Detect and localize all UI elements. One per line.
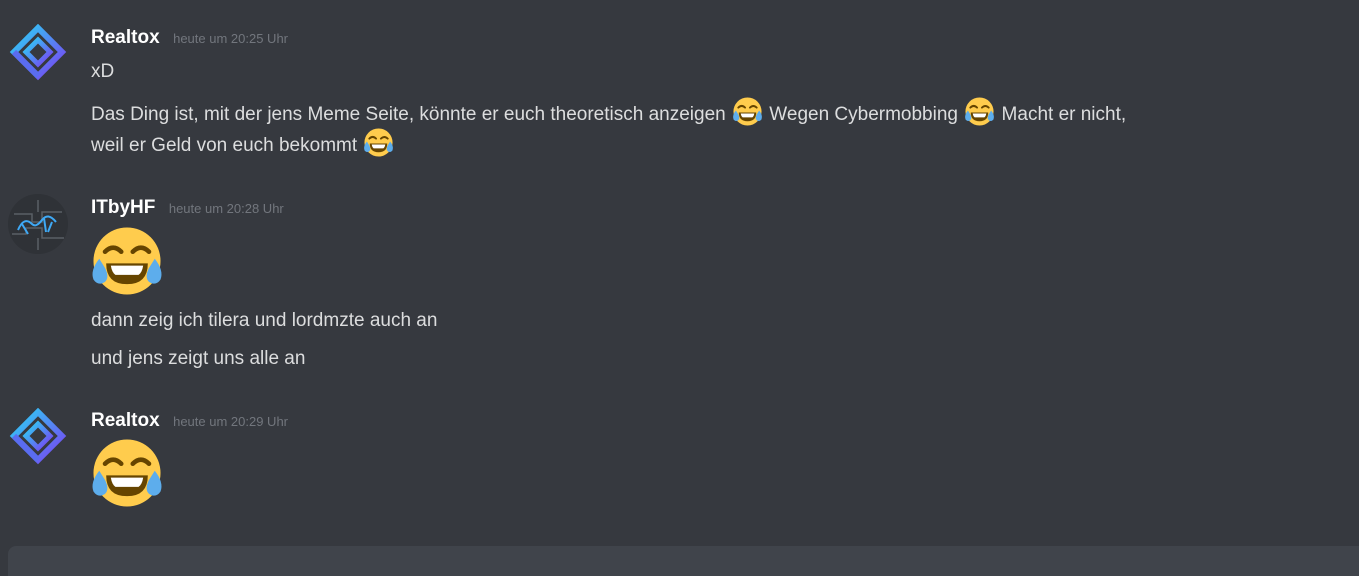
message-line: und jens zeigt uns alle an: [91, 348, 306, 369]
itbyhf-avatar[interactable]: [8, 194, 68, 254]
timestamp[interactable]: heute um 20:28 Uhr: [169, 201, 284, 216]
message-line: xD: [91, 61, 115, 82]
message-text: weil er Geld von euch bekommt: [91, 127, 1319, 159]
message-line: Das Ding ist, mit der jens Meme Seite, k…: [91, 104, 726, 125]
username[interactable]: ITbyHF: [91, 197, 155, 218]
realtox-diamond-logo-icon: [8, 408, 68, 468]
joy-emoji-icon[interactable]: [732, 96, 763, 127]
message-header: ITbyHF heute um 20:28 Uhr: [91, 197, 284, 219]
joy-emoji-icon[interactable]: [363, 127, 394, 158]
message-line: dann zeig ich tilera und lordmzte auch a…: [91, 310, 438, 331]
message-header: Realtox heute um 20:25 Uhr: [91, 27, 288, 49]
message-input[interactable]: [8, 546, 1359, 576]
timestamp[interactable]: heute um 20:25 Uhr: [173, 31, 288, 46]
username[interactable]: Realtox: [91, 410, 160, 431]
message-line: Wegen Cybermobbing: [769, 104, 958, 125]
realtox-avatar[interactable]: [8, 408, 68, 468]
joy-emoji-icon[interactable]: [964, 96, 995, 127]
message-text: xD: [91, 58, 1319, 85]
joy-emoji-icon[interactable]: [90, 224, 164, 298]
username[interactable]: Realtox: [91, 27, 160, 48]
realtox-avatar[interactable]: [8, 24, 68, 84]
message-header: Realtox heute um 20:29 Uhr: [91, 410, 288, 432]
message-text: Das Ding ist, mit der jens Meme Seite, k…: [91, 96, 1319, 128]
message-line: Macht er nicht,: [1001, 104, 1127, 125]
realtox-diamond-logo-icon: [8, 24, 68, 84]
timestamp[interactable]: heute um 20:29 Uhr: [173, 414, 288, 429]
message-line: weil er Geld von euch bekommt: [91, 135, 358, 156]
itbyhf-logo-icon: [8, 194, 68, 254]
message-text: dann zeig ich tilera und lordmzte auch a…: [91, 307, 1319, 334]
message-text: und jens zeigt uns alle an: [91, 345, 1319, 372]
joy-emoji-icon[interactable]: [90, 436, 164, 510]
